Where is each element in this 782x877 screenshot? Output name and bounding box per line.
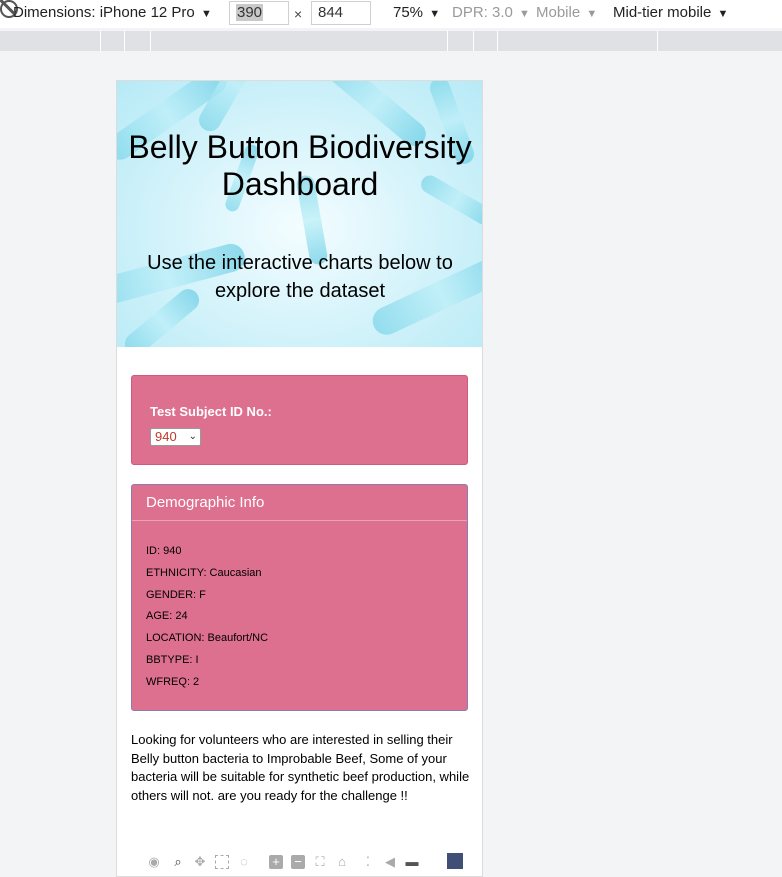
zoom-value: 75%: [393, 4, 424, 21]
demographic-item: AGE: 24: [146, 610, 188, 623]
autoscale-icon[interactable]: ⛶: [313, 855, 327, 869]
hover-compare-icon[interactable]: ▬: [405, 855, 419, 869]
device-viewport: Belly Button Biodiversity Dashboard Use …: [116, 80, 483, 877]
device-dimensions-label: Dimensions: iPhone 12 Pro: [13, 4, 195, 21]
chevron-down-icon: ▼: [519, 8, 530, 20]
demographic-item: LOCATION: Beaufort/NC: [146, 632, 269, 645]
demographic-info-heading: Demographic Info: [132, 485, 467, 521]
demographic-item: ID: 940: [146, 545, 182, 557]
spike-lines-icon[interactable]: ⁚: [361, 855, 375, 869]
media-query-segment[interactable]: [497, 31, 498, 51]
demographic-info-panel: Demographic Info ID: 940 ETHNICITY: Cauc…: [131, 484, 468, 711]
page-subtitle: Use the interactive charts below to expl…: [147, 252, 453, 302]
zoom-icon[interactable]: ⌕: [171, 855, 185, 869]
demographic-item: BBTYPE: I: [146, 653, 199, 666]
plotly-logo-icon[interactable]: [447, 853, 463, 869]
media-query-segment[interactable]: [124, 31, 125, 51]
throttle-dropdown[interactable]: Mid-tier mobile ▼: [613, 4, 728, 21]
demographic-item: ETHNICITY: Caucasian: [146, 566, 262, 579]
times-separator: ×: [294, 6, 303, 22]
demographic-item: WFREQ: 2: [146, 675, 200, 688]
hero-banner: Belly Button Biodiversity Dashboard Use …: [117, 81, 482, 347]
zoom-in-icon[interactable]: +: [269, 855, 283, 869]
box-select-icon[interactable]: [215, 855, 229, 869]
demographic-item: GENDER: F: [146, 588, 206, 601]
lasso-icon[interactable]: ◌: [237, 855, 251, 869]
chevron-down-icon: ▼: [586, 8, 598, 20]
chevron-down-icon: ▼: [717, 8, 729, 20]
page-title: Belly Button Biodiversity Dashboard: [128, 129, 472, 202]
dpr-value: DPR: 3.0: [452, 4, 513, 21]
height-input[interactable]: 844: [311, 1, 371, 25]
camera-icon[interactable]: ◉: [147, 855, 161, 869]
pan-icon[interactable]: ✥: [193, 855, 207, 869]
chevron-down-icon: ▼: [200, 8, 212, 20]
device-type-value: Mobile: [536, 4, 581, 21]
subject-selector-card: Test Subject ID No.: 940 ⌄: [131, 375, 468, 465]
media-query-segment[interactable]: [447, 31, 448, 51]
demographic-list: ID: 940 ETHNICITY: Caucasian GENDER: F A…: [146, 544, 268, 697]
width-input[interactable]: 390: [229, 1, 289, 25]
chevron-down-icon: ⌄: [188, 431, 197, 442]
media-query-segment[interactable]: [100, 31, 101, 51]
media-query-segment[interactable]: [657, 31, 658, 51]
dpr-dropdown[interactable]: DPR: 3.0 ▼: [452, 4, 530, 21]
media-query-segment[interactable]: [473, 31, 474, 51]
device-type-dropdown[interactable]: Mobile ▼: [536, 4, 597, 21]
reset-axes-icon[interactable]: ⌂: [335, 855, 349, 869]
width-value: 390: [236, 4, 264, 21]
hover-closest-icon[interactable]: ◀: [383, 855, 397, 869]
chevron-down-icon: ▼: [429, 8, 441, 20]
device-dimensions-dropdown[interactable]: Dimensions: iPhone 12 Pro ▼: [13, 4, 212, 21]
media-query-bar[interactable]: [0, 31, 782, 51]
throttle-value: Mid-tier mobile: [613, 4, 712, 21]
zoom-out-icon[interactable]: −: [291, 855, 305, 869]
zoom-dropdown[interactable]: 75% ▼: [393, 4, 440, 21]
volunteer-blurb: Looking for volunteers who are intereste…: [131, 732, 470, 803]
subject-id-value: 940: [155, 429, 177, 444]
subject-selector-label: Test Subject ID No.:: [150, 404, 272, 419]
devtools-device-toolbar: Dimensions: iPhone 12 Pro ▼ 390 × 844 75…: [0, 0, 782, 28]
media-query-segment[interactable]: [150, 31, 151, 51]
subject-id-select[interactable]: 940 ⌄: [150, 428, 201, 446]
